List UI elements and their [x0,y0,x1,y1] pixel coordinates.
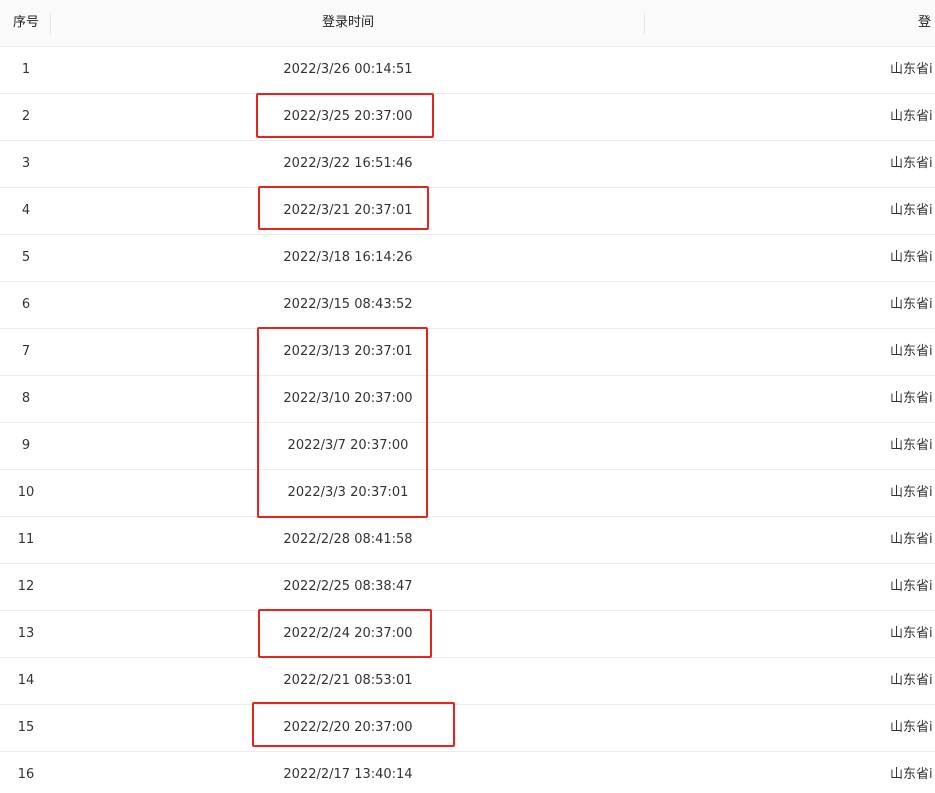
row-login-time: 2022/3/22 16:51:46 [283,156,413,171]
row-login-location: 山东省i [890,438,933,453]
row-login-location: 山东省i [890,720,933,735]
table-row[interactable]: 2 2022/3/25 20:37:00 山东省i [0,94,935,141]
column-divider[interactable] [644,12,645,34]
table-row[interactable]: 14 2022/2/21 08:53:01 山东省i [0,658,935,705]
row-index: 15 [17,720,35,735]
row-login-time: 2022/3/15 08:43:52 [283,297,413,312]
row-login-location: 山东省i [890,344,933,359]
row-index: 11 [17,532,35,547]
header-login-location[interactable]: 登 [918,0,935,46]
row-index: 7 [21,344,31,359]
row-index: 10 [17,485,35,500]
row-index: 12 [17,579,35,594]
row-login-location: 山东省i [890,297,933,312]
table-row[interactable]: 9 2022/3/7 20:37:00 山东省i [0,423,935,470]
row-index: 2 [21,109,31,124]
row-index: 6 [21,297,31,312]
row-index: 14 [17,673,35,688]
row-login-time: 2022/2/21 08:53:01 [283,673,413,688]
row-index: 5 [21,250,31,265]
row-login-location: 山东省i [890,250,933,265]
table-row[interactable]: 15 2022/2/20 20:37:00 山东省i [0,705,935,752]
header-login-time[interactable]: 登录时间 [52,0,644,46]
row-login-time: 2022/3/3 20:37:01 [287,485,409,500]
row-login-time: 2022/3/13 20:37:01 [283,344,413,359]
row-login-time: 2022/3/10 20:37:00 [283,391,413,406]
row-login-location: 山东省i [890,62,933,77]
table-row[interactable]: 7 2022/3/13 20:37:01 山东省i [0,329,935,376]
row-login-location: 山东省i [890,579,933,594]
table-row[interactable]: 12 2022/2/25 08:38:47 山东省i [0,564,935,611]
table-row[interactable]: 4 2022/3/21 20:37:01 山东省i [0,188,935,235]
row-login-location: 山东省i [890,156,933,171]
column-divider[interactable] [50,12,51,34]
row-login-time: 2022/3/21 20:37:01 [283,203,413,218]
row-index: 1 [21,62,31,77]
row-login-time: 2022/2/28 08:41:58 [283,532,413,547]
row-index: 8 [21,391,31,406]
table-row[interactable]: 1 2022/3/26 00:14:51 山东省i [0,47,935,94]
row-login-time: 2022/2/17 13:40:14 [283,767,413,782]
row-login-location: 山东省i [890,767,933,782]
row-index: 4 [21,203,31,218]
table-row[interactable]: 16 2022/2/17 13:40:14 山东省i [0,752,935,793]
row-login-location: 山东省i [890,532,933,547]
table-row[interactable]: 8 2022/3/10 20:37:00 山东省i [0,376,935,423]
row-index: 9 [21,438,31,453]
header-index[interactable]: 序号 [0,0,52,46]
table-row[interactable]: 5 2022/3/18 16:14:26 山东省i [0,235,935,282]
row-index: 16 [17,767,35,782]
row-login-time: 2022/2/25 08:38:47 [283,579,413,594]
row-login-location: 山东省i [890,109,933,124]
table-row[interactable]: 10 2022/3/3 20:37:01 山东省i [0,470,935,517]
row-login-time: 2022/3/18 16:14:26 [283,250,413,265]
table-header: 序号 登录时间 登 [0,0,935,47]
table-row[interactable]: 3 2022/3/22 16:51:46 山东省i [0,141,935,188]
row-login-time: 2022/2/24 20:37:00 [283,626,413,641]
row-login-time: 2022/2/20 20:37:00 [283,720,413,735]
row-index: 13 [17,626,35,641]
row-login-time: 2022/3/25 20:37:00 [283,109,413,124]
row-login-location: 山东省i [890,203,933,218]
row-login-location: 山东省i [890,626,933,641]
row-login-location: 山东省i [890,485,933,500]
row-login-time: 2022/3/26 00:14:51 [283,62,413,77]
row-login-location: 山东省i [890,391,933,406]
login-history-table: 序号 登录时间 登 1 2022/3/26 00:14:51 山东省i 2 2022/3… [0,0,935,793]
row-login-location: 山东省i [890,673,933,688]
table-row[interactable]: 6 2022/3/15 08:43:52 山东省i [0,282,935,329]
table-body: 1 2022/3/26 00:14:51 山东省i 2 2022/3/25 20:37:… [0,47,935,793]
row-index: 3 [21,156,31,171]
table-row[interactable]: 11 2022/2/28 08:41:58 山东省i [0,517,935,564]
row-login-time: 2022/3/7 20:37:00 [287,438,409,453]
table-row[interactable]: 13 2022/2/24 20:37:00 山东省i [0,611,935,658]
